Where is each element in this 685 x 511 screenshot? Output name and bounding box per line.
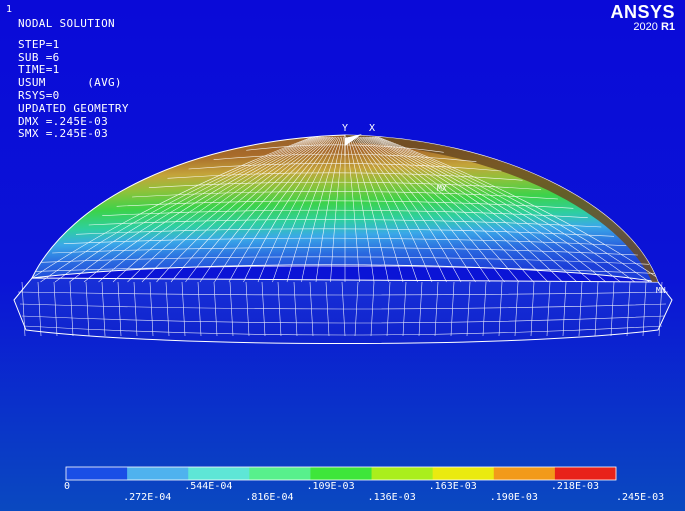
- legend-swatch: [493, 467, 556, 480]
- legend-label: .136E-03: [367, 492, 416, 503]
- legend-swatch: [66, 467, 128, 480]
- graphics-viewport[interactable]: 1 NODAL SOLUTION STEP=1 SUB =6 TIME=1 US…: [0, 0, 685, 511]
- fe-model-plot[interactable]: MX MN Y X: [0, 0, 685, 511]
- legend-swatch: [310, 467, 373, 480]
- legend-swatch: [127, 467, 189, 480]
- base-ring: [13, 277, 673, 344]
- legend-swatch: [371, 467, 434, 480]
- legend-swatch: [249, 467, 311, 480]
- legend-label: .816E-04: [245, 492, 294, 503]
- max-marker-label: MX: [437, 184, 447, 193]
- min-marker-label: MN: [656, 286, 666, 295]
- legend-swatch: [432, 467, 495, 480]
- legend-label: .109E-03: [306, 481, 355, 492]
- legend-label: .190E-03: [489, 492, 538, 503]
- legend-label: .245E-03: [616, 492, 665, 503]
- contour-legend: [65, 466, 617, 481]
- legend-label: 0: [64, 481, 71, 492]
- legend-label: .218E-03: [550, 481, 600, 492]
- triad-x-label: X: [369, 123, 375, 134]
- legend-swatch: [188, 467, 250, 480]
- triad-y-label: Y: [342, 123, 348, 134]
- legend-label: .272E-04: [123, 492, 172, 503]
- legend-label: .544E-04: [184, 481, 233, 492]
- legend-label: .163E-03: [428, 481, 477, 492]
- legend-swatch: [554, 467, 617, 480]
